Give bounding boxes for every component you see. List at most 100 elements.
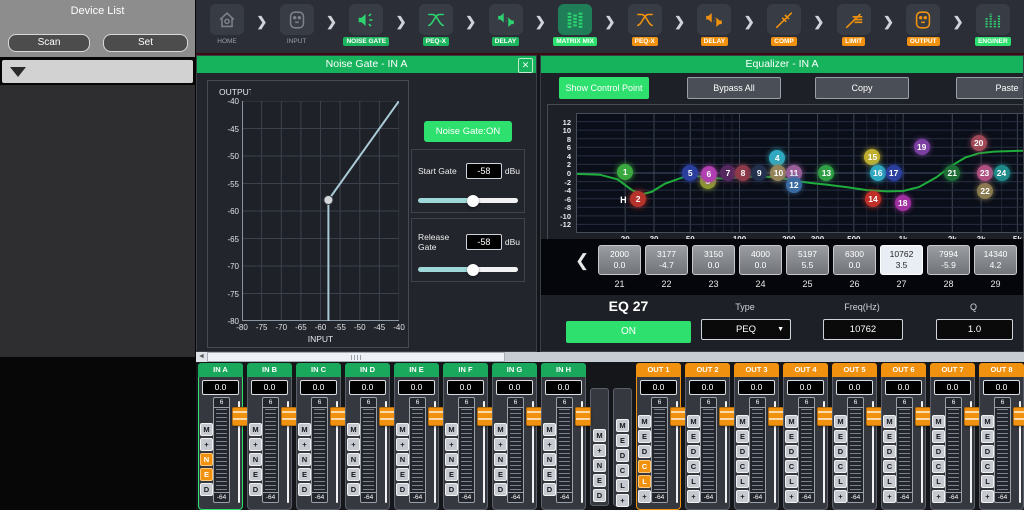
limit-button[interactable]: L [736,475,749,488]
noise-gate-button[interactable]: N [445,453,458,466]
mute-button[interactable]: M [593,429,606,442]
band-button[interactable]: 40000.0 [739,245,782,275]
channel-header[interactable]: OUT 7 [930,363,975,377]
plus-button[interactable]: + [298,438,311,451]
delay-button[interactable]: D [687,445,700,458]
scan-button[interactable]: Scan [8,34,90,52]
copy-button[interactable]: Copy [815,77,909,99]
toolbar-item-output[interactable]: OUTPUT [900,4,946,46]
mute-button[interactable]: M [981,415,994,428]
fader-handle[interactable] [719,407,735,426]
mute-button[interactable]: M [347,423,360,436]
eq-on-button[interactable]: ON [566,321,691,343]
mute-button[interactable]: M [834,415,847,428]
eq-button[interactable]: E [445,468,458,481]
channel-gain-value[interactable]: 0.0 [689,380,726,395]
eq-point-22[interactable]: 22 [977,183,993,199]
plus-button[interactable]: + [543,438,556,451]
mute-button[interactable]: M [298,423,311,436]
paste-button[interactable]: Paste [956,77,1024,99]
eq-button[interactable]: E [981,430,994,443]
delay-button[interactable]: D [834,445,847,458]
fader-handle[interactable] [330,407,346,426]
eq-point-24[interactable]: 24 [994,165,1010,181]
comp-button[interactable]: C [785,460,798,473]
delay-button[interactable]: D [981,445,994,458]
release-gate-slider[interactable] [418,267,518,272]
channel-gain-value[interactable]: 0.0 [640,380,677,395]
band-button[interactable]: 3177-4.7 [645,245,688,275]
fader-handle[interactable] [232,407,248,426]
plus-button[interactable]: + [494,438,507,451]
band-cell-22[interactable]: 3177-4.722 [645,245,688,289]
channel-gain-value[interactable]: 0.0 [983,380,1020,395]
plus-button[interactable]: + [932,490,945,503]
eq-button[interactable]: E [543,468,556,481]
plus-button[interactable]: + [593,444,606,457]
eq-point-5[interactable]: 5 [682,165,698,181]
band-button[interactable]: 31500.0 [692,245,735,275]
eq-button[interactable]: E [396,468,409,481]
plus-button[interactable]: + [396,438,409,451]
channel-gain-value[interactable]: 0.0 [885,380,922,395]
noise-gate-on-toggle[interactable]: Noise Gate:ON [424,121,512,142]
delay-button[interactable]: D [883,445,896,458]
noise-gate-button[interactable]: N [543,453,556,466]
plus-button[interactable]: + [981,490,994,503]
mute-button[interactable]: M [883,415,896,428]
mute-button[interactable]: M [785,415,798,428]
noise-gate-button[interactable]: N [347,453,360,466]
mute-button[interactable]: M [396,423,409,436]
start-gate-slider[interactable] [418,198,518,203]
comp-button[interactable]: C [736,460,749,473]
eq-point-2[interactable]: 2H [630,191,646,207]
channel-header[interactable]: OUT 2 [685,363,730,377]
eq-point-19[interactable]: 19 [914,139,930,155]
eq-point-14[interactable]: 14 [865,191,881,207]
channel-header[interactable]: OUT 3 [734,363,779,377]
plus-button[interactable]: + [200,438,213,451]
eq-freq-input[interactable]: 10762 [823,319,903,340]
channel-header[interactable]: IN F [443,363,488,377]
band-cell-23[interactable]: 31500.023 [692,245,735,289]
show-control-point-button[interactable]: Show Control Point [559,77,649,99]
band-button[interactable]: 7994-5.9 [927,245,970,275]
eq-button[interactable]: E [736,430,749,443]
mute-button[interactable]: M [638,415,651,428]
eq-point-6[interactable]: 6 [701,166,717,182]
channel-header[interactable]: IN D [345,363,390,377]
eq-button[interactable]: E [494,468,507,481]
mute-button[interactable]: M [932,415,945,428]
eq-point-17[interactable]: 17 [886,165,902,181]
eq-button[interactable]: E [883,430,896,443]
eq-button[interactable]: E [638,430,651,443]
mute-button[interactable]: M [494,423,507,436]
eq-button[interactable]: E [932,430,945,443]
comp-button[interactable]: C [687,460,700,473]
delay-button[interactable]: D [347,483,360,496]
channel-gain-value[interactable]: 0.0 [496,380,533,395]
delay-button[interactable]: D [445,483,458,496]
band-button[interactable]: 107623.5 [880,245,923,275]
toolbar-item-input[interactable]: INPUT [274,4,320,45]
plus-button[interactable]: + [638,490,651,503]
toolbar-item-home[interactable]: HOME [204,4,250,45]
channel-gain-value[interactable]: 0.0 [398,380,435,395]
delay-button[interactable]: D [200,483,213,496]
noise-gate-button[interactable]: N [249,453,262,466]
channel-header[interactable]: IN G [492,363,537,377]
noise-gate-button[interactable]: N [494,453,507,466]
limit-button[interactable]: L [981,475,994,488]
toolbar-item-delay[interactable]: DELAY [691,4,737,46]
mute-button[interactable]: M [616,419,629,432]
plus-button[interactable]: + [347,438,360,451]
comp-button[interactable]: C [932,460,945,473]
channel-gain-value[interactable]: 0.0 [545,380,582,395]
plus-button[interactable]: + [736,490,749,503]
limit-button[interactable]: L [932,475,945,488]
noise-gate-button[interactable]: N [593,459,606,472]
channel-gain-value[interactable]: 0.0 [738,380,775,395]
bypass-all-button[interactable]: Bypass All [687,77,781,99]
eq-point-1[interactable]: 1 [617,164,633,180]
band-cell-26[interactable]: 63000.026 [833,245,876,289]
